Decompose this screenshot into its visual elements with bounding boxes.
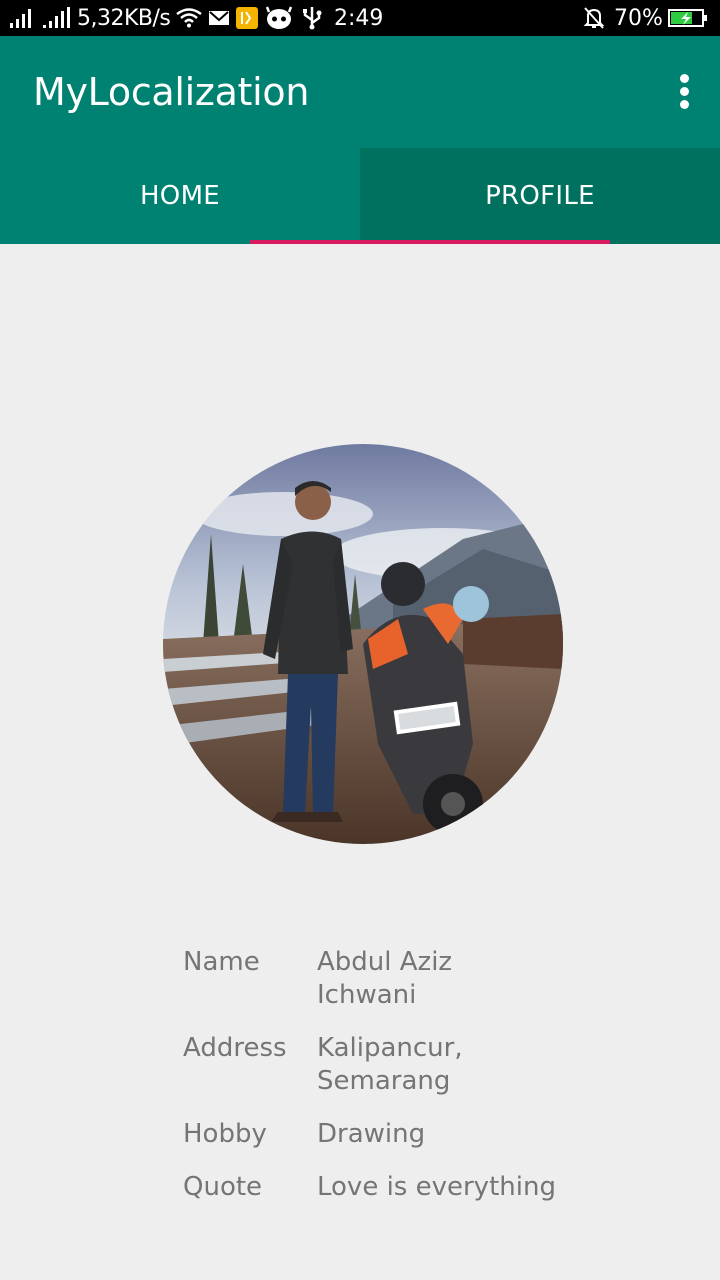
app-icon — [236, 0, 258, 36]
info-row-quote: Quote Love is everything — [183, 1171, 603, 1204]
hobby-value: Drawing — [317, 1119, 426, 1149]
tab-bar: HOME PROFILE — [0, 148, 720, 244]
mail-icon — [208, 0, 230, 36]
quote-label: Quote — [183, 1172, 263, 1202]
profile-photo — [163, 444, 563, 844]
battery-charging-icon — [668, 0, 708, 36]
name-label: Name — [183, 947, 260, 977]
battery-percent: 70% — [614, 5, 663, 31]
quote-value: Love is everything — [317, 1172, 556, 1202]
android-icon — [266, 0, 292, 36]
more-vert-icon[interactable] — [676, 74, 692, 110]
hobby-label: Hobby — [183, 1119, 267, 1149]
address-value: Kalipancur, Semarang — [317, 1033, 463, 1096]
address-label: Address — [183, 1033, 287, 1063]
status-bar: 5,32KB/s 2:49 70% — [0, 0, 720, 36]
usb-icon — [302, 0, 322, 36]
profile-avatar — [163, 444, 563, 844]
signal-icon — [10, 0, 72, 36]
tab-profile[interactable]: PROFILE — [360, 148, 720, 244]
bell-muted-icon — [582, 0, 606, 36]
app-bar: MyLocalization — [0, 36, 720, 148]
info-row-name: Name Abdul Aziz Ichwani — [183, 946, 603, 1012]
info-row-address: Address Kalipancur, Semarang — [183, 1032, 603, 1098]
info-row-hobby: Hobby Drawing — [183, 1118, 603, 1151]
app-title: MyLocalization — [33, 70, 310, 114]
tab-indicator — [250, 240, 610, 244]
clock-time: 2:49 — [334, 5, 384, 31]
network-speed: 5,32KB/s — [77, 5, 171, 31]
name-value: Abdul Aziz Ichwani — [317, 947, 453, 1010]
tab-home[interactable]: HOME — [0, 148, 360, 244]
profile-info: Name Abdul Aziz Ichwani Address Kalipanc… — [183, 946, 603, 1224]
wifi-icon — [176, 0, 202, 36]
